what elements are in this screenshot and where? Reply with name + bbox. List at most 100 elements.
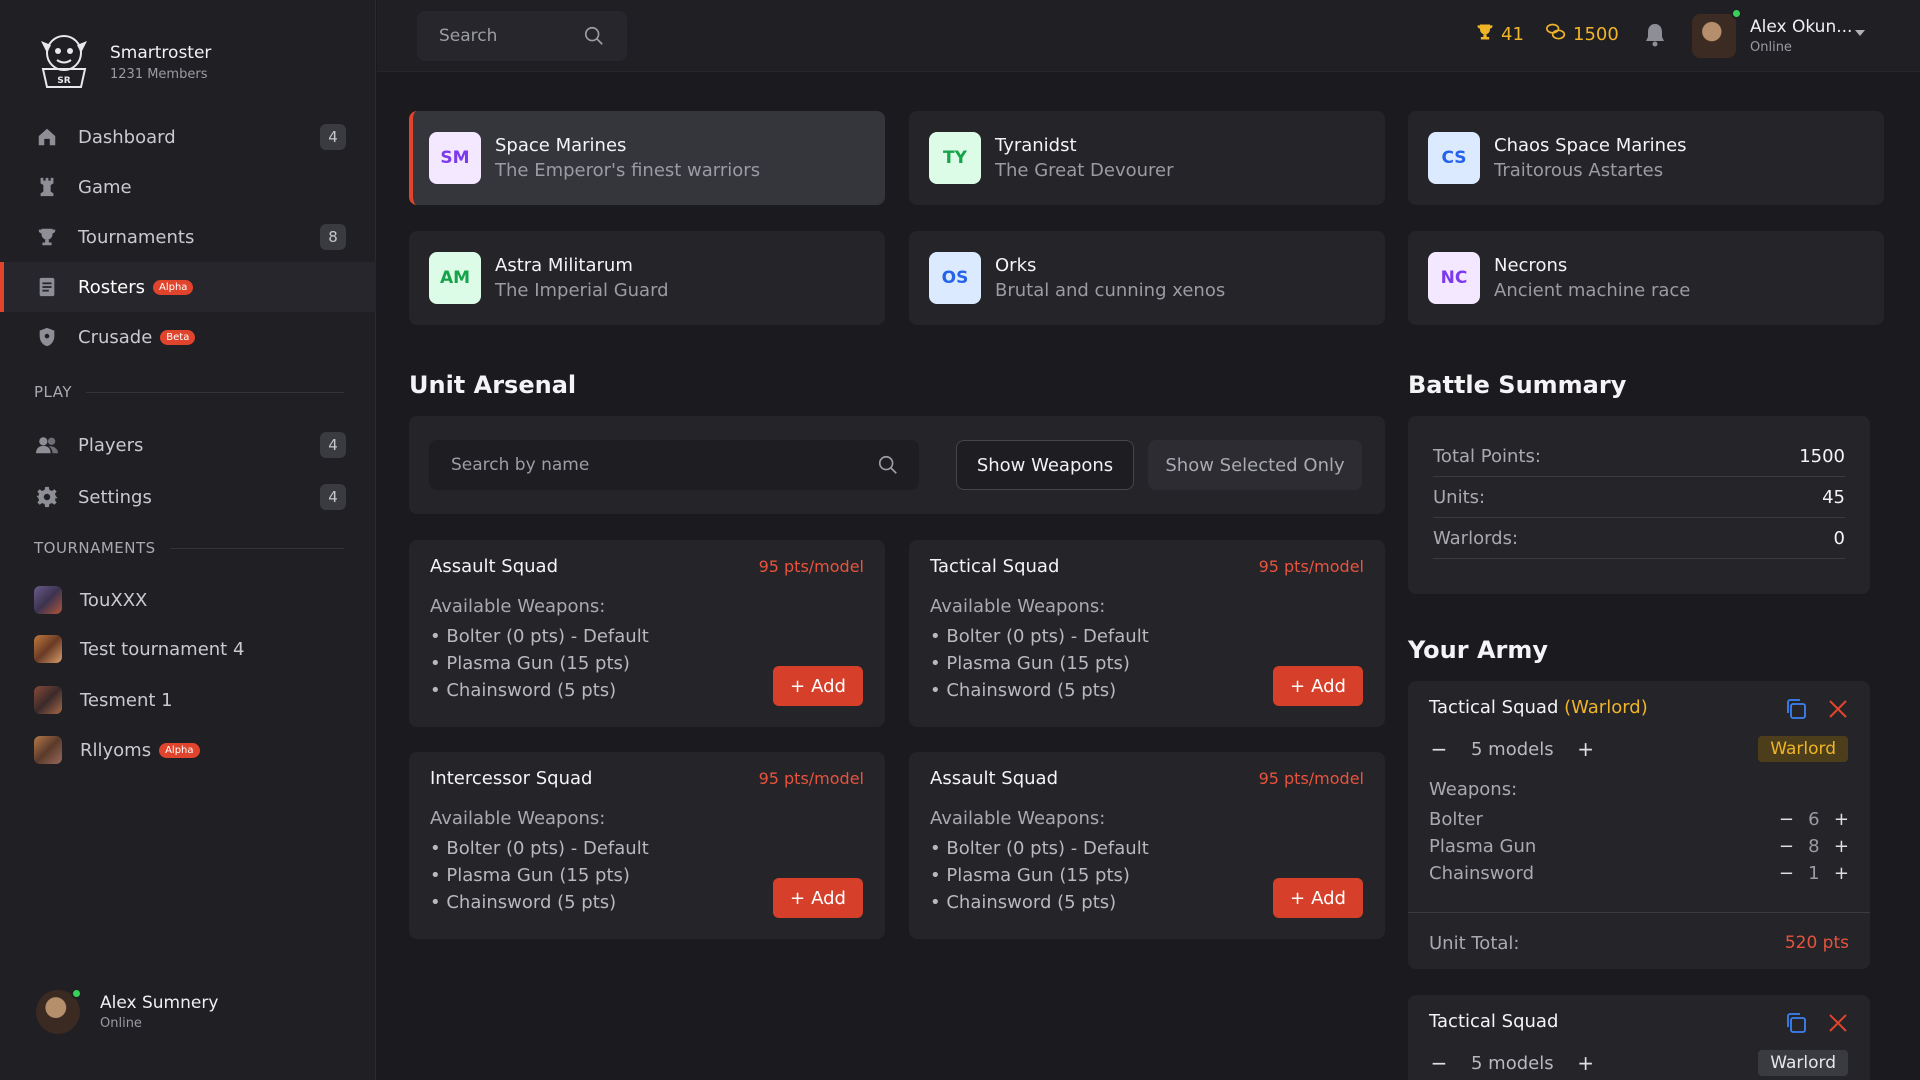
add-unit-button[interactable]: + Add (773, 878, 863, 918)
faction-card-astra-militarum[interactable]: AM Astra Militarum The Imperial Guard (409, 231, 885, 325)
faction-card-orks[interactable]: OS Orks Brutal and cunning xenos (909, 231, 1385, 325)
unit-name: Assault Squad (930, 768, 1059, 789)
army-unit-name: Tactical Squad (1429, 1011, 1559, 1032)
faction-badge: SM (429, 132, 481, 184)
nav-item-dashboard[interactable]: Dashboard 4 (0, 112, 376, 162)
summary-row: Units: 45 (1433, 477, 1845, 518)
minus-button[interactable]: − (1429, 1051, 1449, 1075)
tournament-avatar (34, 635, 62, 663)
show-selected-only-button[interactable]: Show Selected Only (1148, 440, 1362, 490)
minus-button[interactable]: − (1429, 737, 1449, 761)
unit-card: Assault Squad 95 pts/model Available Wea… (409, 540, 885, 727)
weapon-row: Plasma Gun −8 + (1429, 836, 1849, 857)
minus-button[interactable]: − (1779, 836, 1794, 857)
plus-icon: + (790, 887, 806, 909)
chess-rook-icon (34, 174, 60, 200)
brand[interactable]: SR Smartroster 1231 Members (30, 28, 211, 96)
army-entry: Tactical Squad − 5 models + Warlord (1408, 995, 1870, 1080)
minus-button[interactable]: − (1779, 863, 1794, 884)
weapon-list-item: • Chainsword (5 pts) (930, 892, 1117, 913)
nav-item-tournaments[interactable]: Tournaments 8 (0, 212, 376, 262)
nav-label: Rosters (78, 276, 145, 298)
weapon-name: Bolter (1429, 809, 1483, 830)
summary-value: 1500 (1799, 445, 1845, 467)
faction-desc: The Great Devourer (995, 160, 1174, 181)
plus-button[interactable]: + (1834, 809, 1849, 830)
nav-label: Crusade (78, 326, 153, 348)
unit-search-input[interactable] (451, 455, 851, 475)
faction-card-necrons[interactable]: NC Necrons Ancient machine race (1408, 231, 1884, 325)
search-input[interactable] (439, 26, 579, 46)
play-section-header: PLAY (34, 383, 344, 401)
section-title: TOURNAMENTS (34, 539, 156, 557)
plus-button[interactable]: + (1576, 1051, 1596, 1075)
nav-item-crusade[interactable]: Crusade Beta (0, 312, 376, 362)
weapon-count: 6 (1808, 809, 1820, 830)
faction-card-space-marines[interactable]: SM Space Marines The Emperor's finest war… (409, 111, 885, 205)
add-label: Add (1311, 887, 1346, 909)
close-icon[interactable] (1826, 1011, 1850, 1039)
faction-name: Space Marines (495, 135, 627, 156)
minus-button[interactable]: − (1779, 809, 1794, 830)
nav-count-badge: 4 (320, 124, 346, 150)
unit-name: Assault Squad (430, 556, 559, 577)
plus-button[interactable]: + (1576, 737, 1596, 761)
nav-item-rosters[interactable]: Rosters Alpha (0, 262, 376, 312)
add-unit-button[interactable]: + Add (773, 666, 863, 706)
weapon-name: Plasma Gun (1429, 836, 1537, 857)
summary-label: Warlords: (1433, 527, 1519, 549)
tournament-item-test-4[interactable]: Test tournament 4 (0, 624, 376, 674)
tournament-item-rllyoms[interactable]: Rllyoms Alpha (0, 725, 376, 775)
available-weapons-label: Available Weapons: (430, 596, 606, 617)
faction-name: Astra Militarum (495, 255, 633, 276)
faction-card-tyranids[interactable]: TY Tyranidst The Great Devourer (909, 111, 1385, 205)
copy-icon[interactable] (1784, 1011, 1808, 1039)
topbar: 41 1500 Alex Okun... Online (377, 0, 1920, 72)
search-icon[interactable] (583, 25, 605, 51)
user-status: Online (100, 1016, 142, 1031)
add-label: Add (811, 887, 846, 909)
add-unit-button[interactable]: + Add (1273, 878, 1363, 918)
global-search[interactable] (417, 11, 627, 61)
plus-icon: + (790, 675, 806, 697)
copy-icon[interactable] (1784, 697, 1808, 725)
nav-item-game[interactable]: Game (0, 162, 376, 212)
plus-button[interactable]: + (1834, 836, 1849, 857)
nav-item-settings[interactable]: Settings 4 (0, 472, 376, 522)
battle-summary-card: Total Points: 1500 Units: 45 Warlords: 0 (1408, 416, 1870, 594)
nav-label: Dashboard (78, 126, 176, 148)
available-weapons-label: Available Weapons: (930, 596, 1106, 617)
faction-desc: Ancient machine race (1494, 280, 1691, 301)
plus-button[interactable]: + (1834, 863, 1849, 884)
sidebar-user[interactable]: Alex Sumnery Online (36, 988, 218, 1034)
army-unit-name: Tactical Squad (Warlord) (1429, 697, 1648, 718)
search-icon[interactable] (877, 454, 899, 480)
unit-search[interactable] (429, 440, 919, 490)
faction-card-chaos-space-marines[interactable]: CS Chaos Space Marines Traitorous Astarte… (1408, 111, 1884, 205)
warlord-badge[interactable]: Warlord (1758, 736, 1848, 762)
arsenal-title: Unit Arsenal (409, 371, 577, 399)
chevron-down-icon[interactable] (1855, 30, 1865, 36)
nav-item-players[interactable]: Players 4 (0, 420, 376, 470)
weapon-count: 1 (1808, 863, 1820, 884)
tournament-label: Rllyoms (80, 739, 152, 761)
tournament-item-touxxx[interactable]: TouXXX (0, 575, 376, 625)
close-icon[interactable] (1826, 697, 1850, 725)
warlord-badge[interactable]: Warlord (1758, 1050, 1848, 1076)
nav-label: Tournaments (78, 226, 195, 248)
unit-points: 95 pts/model (1258, 769, 1364, 788)
top-user-menu[interactable]: Alex Okun... Online (1692, 8, 1852, 58)
notification-bell-icon[interactable] (1643, 22, 1667, 52)
weapon-list-item: • Bolter (0 pts) - Default (930, 838, 1149, 859)
main-nav: Dashboard 4 Game Tournaments 8 Rosters A… (0, 112, 376, 362)
gear-icon (34, 484, 60, 510)
trophy-icon (34, 224, 60, 250)
faction-badge: AM (429, 252, 481, 304)
add-unit-button[interactable]: + Add (1273, 666, 1363, 706)
nav-label: Settings (78, 486, 152, 508)
show-weapons-button[interactable]: Show Weapons (956, 440, 1134, 490)
unit-total-label: Unit Total: (1429, 933, 1520, 954)
tournament-avatar (34, 586, 62, 614)
faction-name: Tyranidst (995, 135, 1077, 156)
tournament-item-tesment-1[interactable]: Tesment 1 (0, 675, 376, 725)
